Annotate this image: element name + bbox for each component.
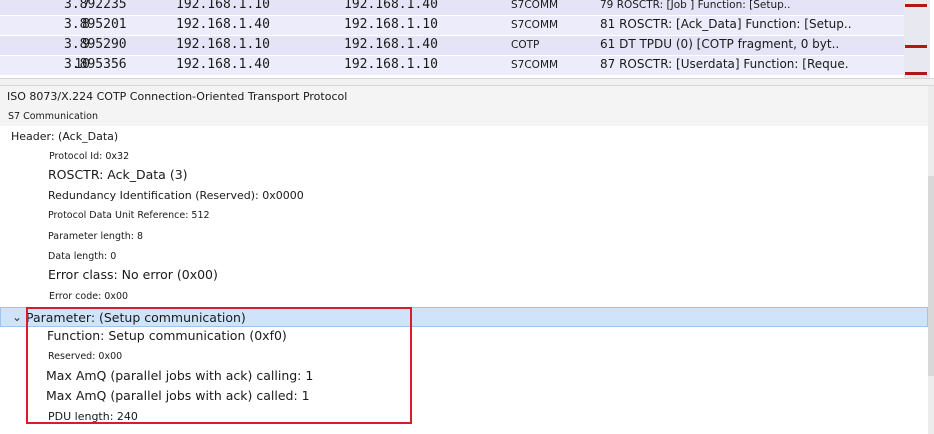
tree-item-s7-communication[interactable]: S7 Communication: [0, 106, 928, 126]
tree-item-amq-calling[interactable]: Max AmQ (parallel jobs with ack) calling…: [0, 366, 928, 386]
tree-item-pdu-reference[interactable]: Protocol Data Unit Reference: 512: [0, 205, 928, 225]
tree-item-label: Parameter: (Setup communication): [26, 310, 246, 325]
tree-item-parameter-length[interactable]: Parameter length: 8: [0, 226, 928, 246]
chevron-down-icon[interactable]: ⌄: [12, 310, 22, 324]
packet-source: 192.168.1.10: [176, 37, 270, 52]
tree-item-label: Protocol Id: 0x32: [49, 151, 130, 162]
packet-list: 7 3.892235 192.168.1.10 192.168.1.40 S7C…: [0, 0, 934, 78]
packet-marker: [905, 4, 927, 7]
packet-row[interactable]: 9 3.895290 192.168.1.10 192.168.1.40 COT…: [0, 36, 910, 55]
packet-marker: [905, 45, 927, 48]
tree-item-pdu-length[interactable]: PDU length: 240: [0, 406, 928, 426]
packet-protocol: COTP: [511, 39, 540, 51]
packet-row[interactable]: 10 3.895356 192.168.1.40 192.168.1.10 S7…: [0, 56, 910, 75]
packet-source: 192.168.1.40: [176, 57, 270, 72]
packet-time: 3.892235: [64, 0, 127, 12]
pane-divider[interactable]: [0, 78, 934, 86]
tree-item-rosctr[interactable]: ROSCTR: Ack_Data (3): [0, 165, 928, 185]
packet-row[interactable]: 7 3.892235 192.168.1.10 192.168.1.40 S7C…: [0, 0, 910, 15]
packet-source: 192.168.1.40: [176, 17, 270, 32]
tree-item-label: Error class: No error (0x00): [48, 267, 218, 282]
tree-item-label: Data length: 0: [48, 251, 117, 262]
tree-item-amq-called[interactable]: Max AmQ (parallel jobs with ack) called:…: [0, 386, 928, 406]
tree-item-label: S7 Communication: [8, 111, 98, 122]
packet-time: 3.895201: [64, 17, 127, 32]
tree-item-header[interactable]: Header: (Ack_Data): [0, 126, 928, 146]
tree-item-label: Max AmQ (parallel jobs with ack) calling…: [46, 368, 314, 383]
packet-time: 3.895290: [64, 37, 127, 52]
tree-item-cotp[interactable]: ISO 8073/X.224 COTP Connection-Oriented …: [0, 86, 928, 106]
packet-protocol: S7COMM: [511, 59, 559, 71]
packet-destination: 192.168.1.10: [344, 57, 438, 72]
tree-item-error-class[interactable]: Error class: No error (0x00): [0, 265, 928, 285]
packet-destination: 192.168.1.40: [344, 0, 438, 12]
packet-info: 81 ROSCTR: [Ack_Data] Function: [Setup..: [600, 17, 852, 31]
tree-item-label: PDU length: 240: [48, 410, 138, 423]
packet-info: 79 ROSCTR: [Job ] Function: [Setup..: [600, 0, 791, 11]
packet-info: 87 ROSCTR: [Userdata] Function: [Reque.: [600, 57, 849, 71]
packet-destination: 192.168.1.40: [344, 37, 438, 52]
tree-item-reserved[interactable]: Reserved: 0x00: [0, 346, 928, 366]
tree-item-parameter[interactable]: ⌄ Parameter: (Setup communication): [0, 307, 928, 327]
tree-item-label: Protocol Data Unit Reference: 512: [48, 210, 210, 221]
packet-row[interactable]: 8 3.895201 192.168.1.40 192.168.1.10 S7C…: [0, 16, 910, 35]
tree-item-label: Header: (Ack_Data): [11, 130, 119, 143]
packet-time: 3.895356: [64, 57, 127, 72]
packet-protocol: S7COMM: [511, 0, 559, 11]
packet-marker: [905, 72, 927, 75]
packet-list-scrollbar[interactable]: [904, 0, 930, 78]
packet-protocol: S7COMM: [511, 19, 559, 31]
tree-item-label: Max AmQ (parallel jobs with ack) called:…: [46, 388, 310, 403]
tree-item-label: ISO 8073/X.224 COTP Connection-Oriented …: [7, 90, 348, 103]
tree-item-error-code[interactable]: Error code: 0x00: [0, 286, 928, 306]
tree-item-label: Reserved: 0x00: [48, 351, 123, 362]
packet-details-tree: ISO 8073/X.224 COTP Connection-Oriented …: [0, 86, 934, 434]
tree-item-redundancy[interactable]: Redundancy Identification (Reserved): 0x…: [0, 185, 928, 205]
tree-item-label: ROSCTR: Ack_Data (3): [48, 167, 188, 182]
tree-item-function[interactable]: Function: Setup communication (0xf0): [0, 326, 928, 346]
tree-item-data-length[interactable]: Data length: 0: [0, 246, 928, 266]
tree-item-label: Redundancy Identification (Reserved): 0x…: [48, 189, 304, 202]
details-scrollbar-thumb[interactable]: [928, 176, 934, 376]
packet-source: 192.168.1.10: [176, 0, 270, 12]
packet-info: 61 DT TPDU (0) [COTP fragment, 0 byt..: [600, 37, 840, 51]
tree-item-label: Error code: 0x00: [49, 291, 129, 302]
tree-item-label: Function: Setup communication (0xf0): [47, 328, 287, 343]
packet-destination: 192.168.1.10: [344, 17, 438, 32]
tree-item-label: Parameter length: 8: [48, 231, 143, 242]
tree-item-protocol-id[interactable]: Protocol Id: 0x32: [0, 146, 928, 166]
